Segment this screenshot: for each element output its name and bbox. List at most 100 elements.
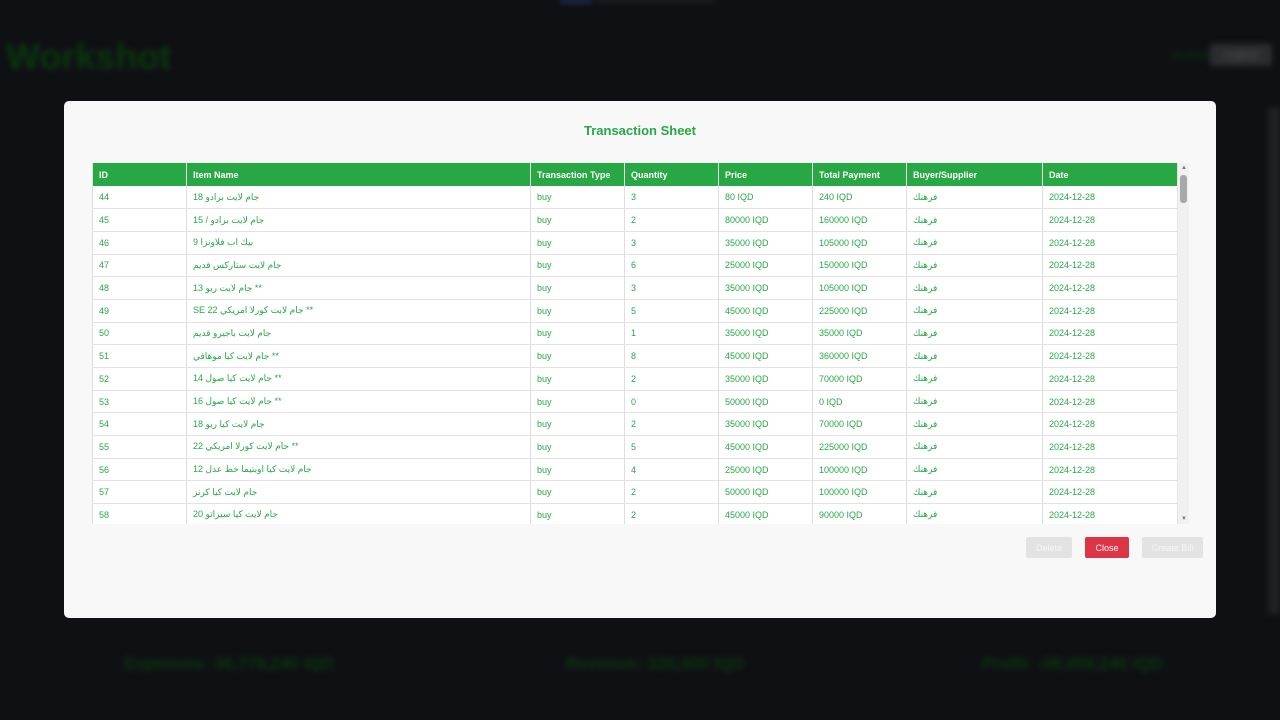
scroll-down-arrow-icon[interactable]: ▼	[1178, 514, 1189, 524]
cell-transaction-type: buy	[530, 480, 625, 505]
cell-date: 2024-12-28	[1042, 208, 1178, 232]
cell-price: 50000 IQD	[718, 390, 813, 414]
cell-total-payment: 90000 IQD	[812, 503, 907, 524]
table-row[interactable]: 45 جام لايت برادو / 15 buy 2 80000 IQD 160000…	[92, 208, 1178, 232]
cell-price: 50000 IQD	[718, 480, 813, 505]
cell-buyer-supplier: فرهنك	[906, 480, 1043, 505]
table-row[interactable]: 53 ** جام لايت كيا صول 16 buy 0 50000 IQD 0 I…	[92, 390, 1178, 414]
cell-item-name: جام لايت كيا كرنز	[186, 480, 531, 505]
cell-date: 2024-12-28	[1042, 186, 1178, 210]
transactions-table: ID Item Name Transaction Type Quantity P…	[92, 163, 1178, 524]
cell-item-name: جام لايت كيا سيراتو 20	[186, 503, 531, 524]
cell-quantity: 8	[624, 344, 719, 368]
item-name-text: جام لايت باجيرو قديم	[193, 327, 272, 338]
table-row[interactable]: 52 ** جام لايت كيا صول 14 buy 2 35000 IQD 700…	[92, 367, 1178, 391]
cell-transaction-type: buy	[530, 503, 625, 524]
cell-date: 2024-12-28	[1042, 390, 1178, 414]
item-name-text: ** جام لايت كورلا امريكي SE 22	[193, 305, 314, 316]
cell-quantity: 3	[624, 186, 719, 210]
cell-item-name: ** جام لايت كيا موهافي	[186, 344, 531, 368]
cell-date: 2024-12-28	[1042, 276, 1178, 300]
column-header-quantity[interactable]: Quantity	[624, 163, 719, 186]
item-name-text: ** جام لايت كيا موهافي	[193, 350, 279, 361]
cell-price: 35000 IQD	[718, 412, 813, 437]
cell-quantity: 2	[624, 503, 719, 524]
cell-item-name: جام لايت برادو / 15	[186, 208, 531, 232]
cell-total-payment: 70000 IQD	[812, 367, 907, 391]
table-row[interactable]: 50 جام لايت باجيرو قديم buy 1 35000 IQD 35000…	[92, 322, 1178, 346]
cell-total-payment: 105000 IQD	[812, 231, 907, 255]
cell-id: 52	[92, 367, 187, 391]
cell-buyer-supplier: فرهنك	[906, 186, 1043, 210]
column-header-id[interactable]: ID	[92, 163, 187, 186]
table-row[interactable]: 44 جام لايت برادو 18 buy 3 80 IQD 240 IQD فرهن…	[92, 186, 1178, 210]
cell-quantity: 2	[624, 412, 719, 437]
cell-price: 35000 IQD	[718, 367, 813, 391]
cell-item-name: ** جام لايت كيا صول 14	[186, 367, 531, 391]
delete-button[interactable]: Delete	[1026, 537, 1072, 558]
cell-buyer-supplier: فرهنك	[906, 412, 1043, 437]
cell-total-payment: 225000 IQD	[812, 435, 907, 459]
scroll-thumb[interactable]	[1180, 175, 1187, 203]
cell-total-payment: 240 IQD	[812, 186, 907, 210]
cell-item-name: جام لايت كيا ريو 18	[186, 412, 531, 437]
cell-date: 2024-12-28	[1042, 299, 1178, 323]
cell-date: 2024-12-28	[1042, 322, 1178, 346]
table-body: 44 جام لايت برادو 18 buy 3 80 IQD 240 IQD فرهن…	[92, 186, 1178, 524]
table-row[interactable]: 47 جام لايت ستاركس قديم buy 6 25000 IQD 15000…	[92, 254, 1178, 278]
cell-quantity: 4	[624, 458, 719, 482]
table-row[interactable]: 54 جام لايت كيا ريو 18 buy 2 35000 IQD 70000 …	[92, 412, 1178, 437]
cell-quantity: 3	[624, 276, 719, 300]
cell-price: 45000 IQD	[718, 435, 813, 459]
cell-quantity: 2	[624, 367, 719, 391]
cell-id: 49	[92, 299, 187, 323]
cell-price: 35000 IQD	[718, 231, 813, 255]
table-row[interactable]: 46 بيك اب فلاونزا 9 buy 3 35000 IQD 105000 IQ…	[92, 231, 1178, 255]
cell-price: 45000 IQD	[718, 503, 813, 524]
cell-total-payment: 35000 IQD	[812, 322, 907, 346]
scroll-up-arrow-icon[interactable]: ▲	[1178, 163, 1189, 173]
table-row[interactable]: 48 ** جام لايت ريو 13 buy 3 35000 IQD 105000 …	[92, 276, 1178, 300]
cell-id: 47	[92, 254, 187, 278]
table-row[interactable]: 49 ** جام لايت كورلا امريكي SE 22 buy 5 4500…	[92, 299, 1178, 323]
column-header-item-name[interactable]: Item Name	[186, 163, 531, 186]
table-scrollbar[interactable]: ▲ ▼	[1177, 163, 1189, 524]
cell-quantity: 2	[624, 208, 719, 232]
table-header-row: ID Item Name Transaction Type Quantity P…	[92, 163, 1178, 186]
cell-id: 54	[92, 412, 187, 437]
cell-buyer-supplier: فرهنك	[906, 344, 1043, 368]
column-header-total-payment[interactable]: Total Payment	[812, 163, 907, 186]
item-name-text: جام لايت برادو 18	[193, 191, 260, 202]
cell-item-name: ** جام لايت ريو 13	[186, 276, 531, 300]
table-row[interactable]: 56 جام لايت كيا اوبتيما خط عدل 12 buy 4 2500…	[92, 458, 1178, 482]
cell-item-name: ** جام لايت كورلا امريكي 22	[186, 435, 531, 459]
cell-id: 44	[92, 186, 187, 210]
cell-id: 58	[92, 503, 187, 524]
cell-item-name: جام لايت كيا اوبتيما خط عدل 12	[186, 458, 531, 482]
table-row[interactable]: 55 ** جام لايت كورلا امريكي 22 buy 5 45000 I…	[92, 435, 1178, 459]
cell-total-payment: 160000 IQD	[812, 208, 907, 232]
cell-transaction-type: buy	[530, 231, 625, 255]
cell-id: 55	[92, 435, 187, 459]
column-header-transaction-type[interactable]: Transaction Type	[530, 163, 625, 186]
column-header-buyer-supplier[interactable]: Buyer/Supplier	[906, 163, 1043, 186]
cell-quantity: 1	[624, 322, 719, 346]
table-row[interactable]: 58 جام لايت كيا سيراتو 20 buy 2 45000 IQD 900…	[92, 503, 1178, 524]
cell-price: 25000 IQD	[718, 458, 813, 482]
column-header-date[interactable]: Date	[1042, 163, 1178, 186]
close-button[interactable]: Close	[1085, 537, 1129, 558]
table-row[interactable]: 51 ** جام لايت كيا موهافي buy 8 45000 IQD 360…	[92, 344, 1178, 368]
modal-title: Transaction Sheet	[584, 123, 696, 138]
cell-price: 45000 IQD	[718, 344, 813, 368]
cell-date: 2024-12-28	[1042, 480, 1178, 505]
item-name-text: جام لايت برادو / 15	[193, 214, 265, 225]
column-header-price[interactable]: Price	[718, 163, 813, 186]
cell-transaction-type: buy	[530, 344, 625, 368]
table-row[interactable]: 57 جام لايت كيا كرنز buy 2 50000 IQD 100000 I…	[92, 480, 1178, 505]
cell-buyer-supplier: فرهنك	[906, 322, 1043, 346]
cell-price: 35000 IQD	[718, 276, 813, 300]
item-name-text: ** جام لايت كيا صول 16	[193, 396, 282, 407]
create-bill-button[interactable]: Create Bill	[1142, 537, 1203, 558]
item-name-text: بيك اب فلاونزا 9	[193, 237, 254, 248]
cell-transaction-type: buy	[530, 435, 625, 459]
